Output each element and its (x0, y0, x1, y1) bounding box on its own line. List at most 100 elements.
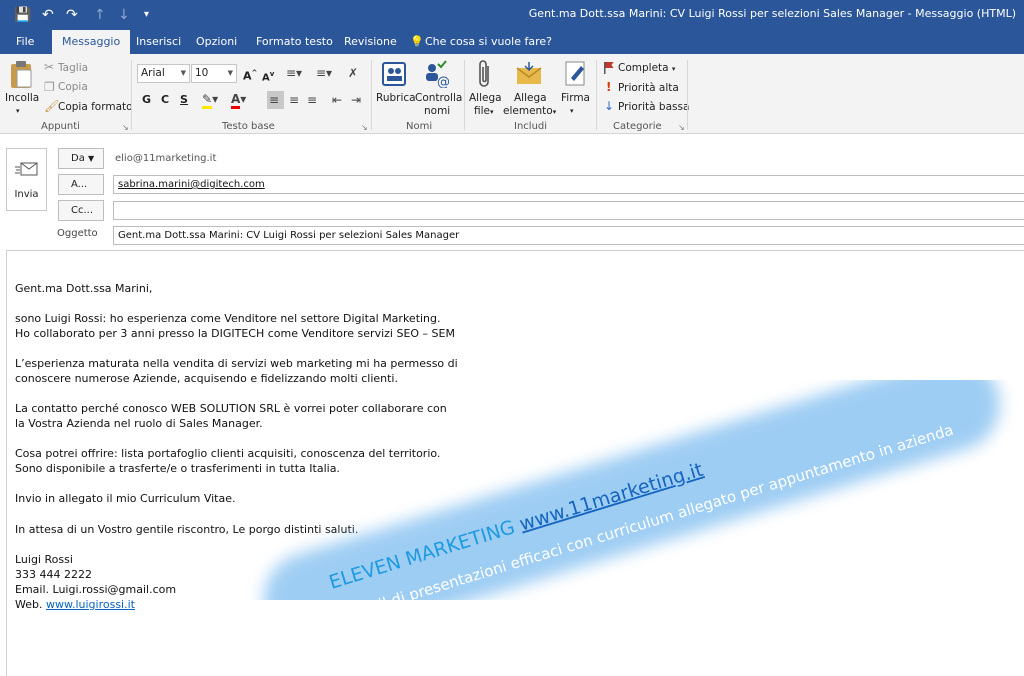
testo-base-expander-icon[interactable]: ↘ (361, 123, 368, 132)
align-center-icon[interactable]: ≡ (289, 93, 299, 107)
priorita-bassa-button[interactable]: Priorità bassa (618, 101, 689, 114)
from-button[interactable]: Da ▼ (58, 148, 104, 169)
title-bar: 💾 ↶ ↷ ↑ ↓ ▾ Gent.ma Dott.ssa Marini: CV … (0, 0, 1024, 30)
allega-elemento-line1[interactable]: Allega (514, 92, 547, 105)
incolla-button[interactable]: Incolla (5, 92, 39, 105)
undo-icon[interactable]: ↶ (42, 5, 54, 25)
redo-icon[interactable]: ↷ (66, 5, 78, 25)
clipboard-icon[interactable] (8, 60, 34, 90)
appunti-expander-icon[interactable]: ↘ (122, 123, 129, 132)
group-label-nomi: Nomi (406, 121, 433, 132)
send-button[interactable]: Invia (6, 148, 47, 211)
format-painter-icon: 🖌 (44, 99, 60, 113)
firma-button[interactable]: Firma (561, 92, 590, 105)
signature-name: Luigi Rossi (15, 553, 73, 566)
copia-button[interactable]: Copia (58, 81, 88, 94)
check-names-icon[interactable]: @ (422, 60, 450, 88)
underline-button[interactable]: S (180, 92, 188, 108)
clear-formatting-icon[interactable]: ✗ (348, 66, 358, 80)
signature-icon[interactable] (563, 60, 589, 88)
group-label-appunti: Appunti (41, 121, 80, 132)
align-right-icon[interactable]: ≡ (307, 93, 317, 107)
chevron-down-icon: ▼ (227, 69, 233, 77)
send-label: Invia (14, 189, 39, 200)
body-line: Ho collaborato per 3 anni presso la DIGI… (15, 327, 455, 340)
flag-icon (604, 62, 614, 74)
controlla-nomi-line1[interactable]: Controlla (415, 92, 462, 105)
numbered-list-icon[interactable]: ≡▾ (316, 66, 332, 80)
font-size-select[interactable]: 10 ▼ (191, 64, 237, 83)
copia-formato-button[interactable]: Copia formato (58, 101, 133, 114)
body-line: Cosa potrei offrire: lista portafoglio c… (15, 447, 441, 460)
group-label-categorie: Categorie (613, 121, 662, 132)
body-line: Invio in allegato il mio Curriculum Vita… (15, 492, 236, 505)
separator (131, 60, 132, 130)
allega-file-line1[interactable]: Allega (469, 92, 502, 105)
shrink-font-icon[interactable]: Av (262, 66, 274, 86)
chevron-down-icon: ▼ (180, 69, 186, 77)
controlla-nomi-line2[interactable]: nomi (424, 105, 450, 118)
arrow-up-icon[interactable]: ↑ (94, 5, 106, 25)
rubrica-button[interactable]: Rubrica (376, 92, 416, 105)
body-greeting: Gent.ma Dott.ssa Marini, (15, 282, 153, 295)
subject-field[interactable]: Gent.ma Dott.ssa Marini: CV Luigi Rossi … (113, 226, 1024, 245)
customize-toolbar-icon[interactable]: ▾ (144, 5, 149, 25)
priority-low-icon: ↓ (604, 99, 615, 113)
priority-high-icon: ! (606, 80, 612, 94)
tab-inserisci[interactable]: Inserisci (136, 30, 181, 54)
decrease-indent-icon[interactable]: ⇤ (332, 93, 342, 107)
italic-button[interactable]: C (161, 92, 169, 108)
font-family-select[interactable]: Arial ▼ (137, 64, 190, 83)
tab-revisione[interactable]: Revisione (344, 30, 397, 54)
svg-text:@: @ (437, 75, 450, 88)
cc-button[interactable]: Cc... (58, 200, 104, 221)
align-left-icon: ≡ (269, 93, 280, 107)
subject-label: Oggetto (57, 228, 98, 239)
priorita-alta-button[interactable]: Priorità alta (618, 82, 679, 95)
signature-phone: 333 444 2222 (15, 568, 92, 581)
to-field[interactable]: sabrina.marini@digitech.com (113, 175, 1024, 194)
send-icon (15, 162, 38, 176)
tell-me-search[interactable]: Che cosa si vuole fare? (425, 30, 552, 54)
arrow-down-icon[interactable]: ↓ (118, 5, 130, 25)
ribbon-tabs: File Messaggio Inserisci Opzioni Formato… (0, 30, 1024, 54)
address-book-icon[interactable] (380, 60, 408, 88)
group-label-testo-base: Testo base (222, 121, 275, 132)
scissors-icon: ✂ (44, 60, 55, 74)
paperclip-icon[interactable] (476, 60, 494, 90)
save-icon[interactable]: 💾 (14, 5, 31, 25)
allega-file-line2[interactable]: file▾ (474, 105, 494, 119)
window-title: Gent.ma Dott.ssa Marini: CV Luigi Rossi … (528, 7, 1016, 20)
allega-elemento-line2[interactable]: elemento▾ (503, 105, 556, 119)
signature-web: Web. www.luigirossi.it (15, 598, 135, 611)
body-line: sono Luigi Rossi: ho esperienza come Ven… (15, 312, 441, 325)
tab-file[interactable]: File (16, 30, 34, 54)
completa-button[interactable]: Completa ▾ (618, 62, 675, 76)
cc-field[interactable] (113, 201, 1024, 220)
to-recipient[interactable]: sabrina.marini@digitech.com (118, 179, 265, 190)
body-line: La contatto perché conosco WEB SOLUTION … (15, 402, 447, 415)
bullet-list-icon[interactable]: ≡▾ (286, 66, 302, 80)
taglia-button[interactable]: Taglia (58, 62, 88, 75)
grow-font-icon[interactable]: A^ (243, 65, 257, 85)
group-label-includi: Includi (514, 121, 548, 132)
bold-button[interactable]: G (142, 92, 151, 108)
signature-email: Email. Luigi.rossi@gmail.com (15, 583, 177, 596)
separator (596, 60, 597, 130)
from-address: elio@11marketing.it (115, 153, 217, 164)
incolla-dropdown-icon[interactable]: ▾ (16, 105, 20, 118)
font-color-icon[interactable]: A▾ (231, 92, 246, 109)
increase-indent-icon[interactable]: ⇥ (351, 93, 361, 107)
categorie-expander-icon[interactable]: ↘ (678, 123, 685, 132)
firma-dropdown-icon[interactable]: ▾ (570, 105, 574, 118)
website-link[interactable]: www.luigirossi.it (46, 598, 135, 611)
tab-opzioni[interactable]: Opzioni (196, 30, 237, 54)
tab-formato-testo[interactable]: Formato testo (256, 30, 333, 54)
align-left-button[interactable]: ≡ (267, 91, 284, 109)
highlight-icon[interactable]: ✎▾ (202, 92, 218, 109)
to-button[interactable]: A... (58, 174, 104, 195)
tab-messaggio[interactable]: Messaggio (52, 30, 131, 54)
envelope-icon[interactable] (515, 60, 543, 88)
body-line: la Vostra Azienda nel ruolo di Sales Man… (15, 417, 263, 430)
chevron-down-icon: ▼ (88, 154, 95, 163)
